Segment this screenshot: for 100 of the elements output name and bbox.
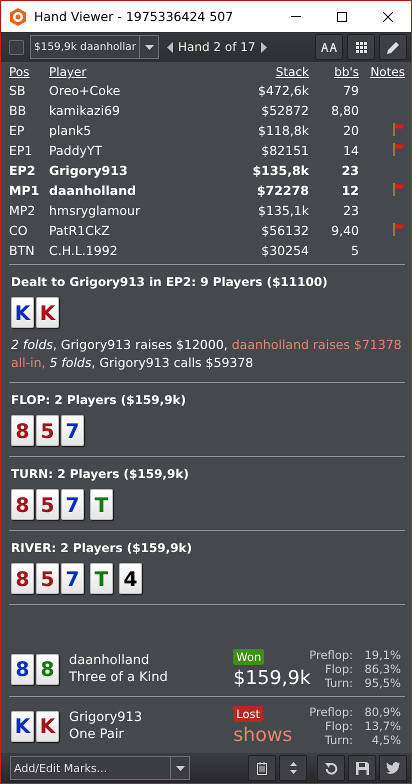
result-amount: shows: [233, 724, 292, 746]
flag-icon: [391, 182, 405, 196]
table-cell-text: 8,80: [330, 102, 359, 120]
table-cell-text: plank5: [49, 122, 92, 140]
playing-card: 8: [11, 563, 34, 594]
table-cell-text: EP1: [9, 142, 34, 160]
table-cell-text: $135,8k: [251, 162, 309, 180]
font-size-button[interactable]: [315, 34, 343, 60]
result-amount: $159,9k: [233, 667, 311, 689]
flag-icon: [391, 142, 405, 156]
street-heading: TURN: 2 Players ($159,9k): [11, 467, 190, 481]
playing-card: T: [90, 489, 113, 520]
edit-button[interactable]: [379, 34, 407, 60]
action-summary: 2 folds, Grigory913 raises $12000, daanholland raises $71378 all-in, 5 folds, Grigory913 calls $59378: [11, 336, 403, 372]
refresh-button[interactable]: [317, 755, 345, 781]
equity-label: Flop:: [324, 719, 353, 733]
street-heading: RIVER: 2 Players ($159,9k): [11, 541, 194, 555]
equity-value: 80,9%: [363, 705, 401, 719]
table-cell-text: kamikazi69: [49, 102, 121, 120]
playing-card: K: [11, 297, 34, 328]
playing-card: K: [36, 710, 59, 742]
playing-card: 7: [61, 415, 84, 446]
table-cell-text: $118,8k: [257, 122, 309, 140]
hand-dropdown[interactable]: $159,9k daanhollar: [30, 35, 160, 59]
table-cell-text: $52872: [260, 102, 309, 120]
marks-dropdown[interactable]: Add/Edit Marks...: [10, 756, 190, 780]
table-cell-text: $72278: [256, 182, 309, 200]
close-icon: [383, 12, 393, 22]
table-cell: 79: [309, 80, 359, 100]
table-cell-text: 9,40: [330, 222, 359, 240]
column-header[interactable]: Notes: [359, 64, 405, 80]
table-cell-text: CO: [9, 222, 29, 240]
column-header[interactable]: Pos: [9, 64, 49, 80]
playing-card: 7: [61, 489, 84, 520]
table-cell-text: 12: [340, 182, 359, 200]
table-cell-text: 14: [342, 142, 359, 160]
table-cell-text: daanholland: [49, 182, 138, 200]
table-cell-text: EP: [9, 122, 26, 140]
maximize-icon: [337, 12, 347, 22]
previous-arrow-icon[interactable]: [167, 42, 174, 52]
grid-button[interactable]: [347, 34, 375, 60]
table-cell-text: PatR1CkZ: [49, 222, 111, 240]
flag-icon: [391, 222, 405, 236]
equity-value: 86,3%: [363, 662, 401, 676]
playing-card: 8: [36, 654, 59, 684]
playing-card: 8: [11, 415, 34, 446]
minimize-icon: [291, 16, 301, 17]
table-cell: 20: [309, 120, 359, 140]
street-heading: Dealt to Grigory913 in EP2: 9 Players ($11100): [11, 275, 329, 289]
playing-card: 4: [119, 563, 142, 594]
playing-card: 8: [11, 489, 34, 520]
flag-icon: [391, 122, 405, 136]
next-arrow-icon[interactable]: [260, 42, 267, 52]
playing-card: 5: [36, 489, 59, 520]
up-down-arrows-icon: [290, 762, 296, 774]
column-header[interactable]: Stack: [209, 64, 309, 80]
save-button[interactable]: [348, 755, 376, 781]
notepad-icon: [257, 762, 267, 774]
table-cell-text: $82151: [260, 142, 309, 160]
playing-card: 7: [61, 563, 84, 594]
share-button[interactable]: [379, 755, 407, 781]
table-cell-text: PaddyYT: [49, 142, 104, 160]
table-cell-text: C.H.L.1992: [49, 242, 119, 260]
hand-counter: Hand 2 of 17: [178, 40, 256, 54]
dropdown-arrow-icon: [144, 44, 154, 50]
player-name: Grigory913: [69, 710, 144, 725]
hand-rank: One Pair: [69, 727, 125, 742]
column-header[interactable]: Player: [49, 64, 209, 80]
equity-value: 4,5%: [370, 733, 401, 747]
table-cell-text: 5: [350, 242, 359, 260]
table-cell: 23: [309, 200, 359, 220]
column-header[interactable]: bb's: [309, 64, 359, 80]
hand-rank: Three of a Kind: [69, 670, 169, 685]
checkbox[interactable]: [9, 40, 24, 54]
table-cell-text: MP1: [9, 182, 40, 200]
table-cell-text: EP2: [9, 162, 36, 180]
playing-card: 5: [36, 415, 59, 446]
equity-label: Flop:: [324, 662, 353, 676]
grid-icon: [356, 42, 366, 52]
notes-button[interactable]: [248, 755, 276, 781]
playing-card: K: [11, 710, 34, 742]
table-cell-text: $56132: [260, 222, 309, 240]
equity-label: Turn:: [324, 733, 353, 747]
playing-card: T: [90, 563, 113, 594]
player-name: daanholland: [69, 653, 150, 668]
sort-button[interactable]: [279, 755, 307, 781]
street-heading: FLOP: 2 Players ($159,9k): [11, 393, 188, 407]
table-cell-text: Oreo+Coke: [49, 82, 122, 100]
playing-card: K: [36, 297, 59, 328]
equity-label: Preflop:: [309, 705, 353, 719]
bird-icon: [386, 762, 400, 774]
dropdown-arrow-icon: [176, 766, 184, 770]
table-cell-text: $472,6k: [257, 82, 309, 100]
table-cell-text: MP2: [9, 202, 36, 220]
table-cell-text: $30254: [260, 242, 309, 260]
window-title: Hand Viewer - 1975336424 507: [34, 9, 234, 24]
equity-label: Preflop:: [309, 648, 353, 662]
table-cell-text: BB: [9, 102, 28, 120]
equity-value: 13,7%: [363, 719, 401, 733]
equity-value: 19,1%: [363, 648, 401, 662]
